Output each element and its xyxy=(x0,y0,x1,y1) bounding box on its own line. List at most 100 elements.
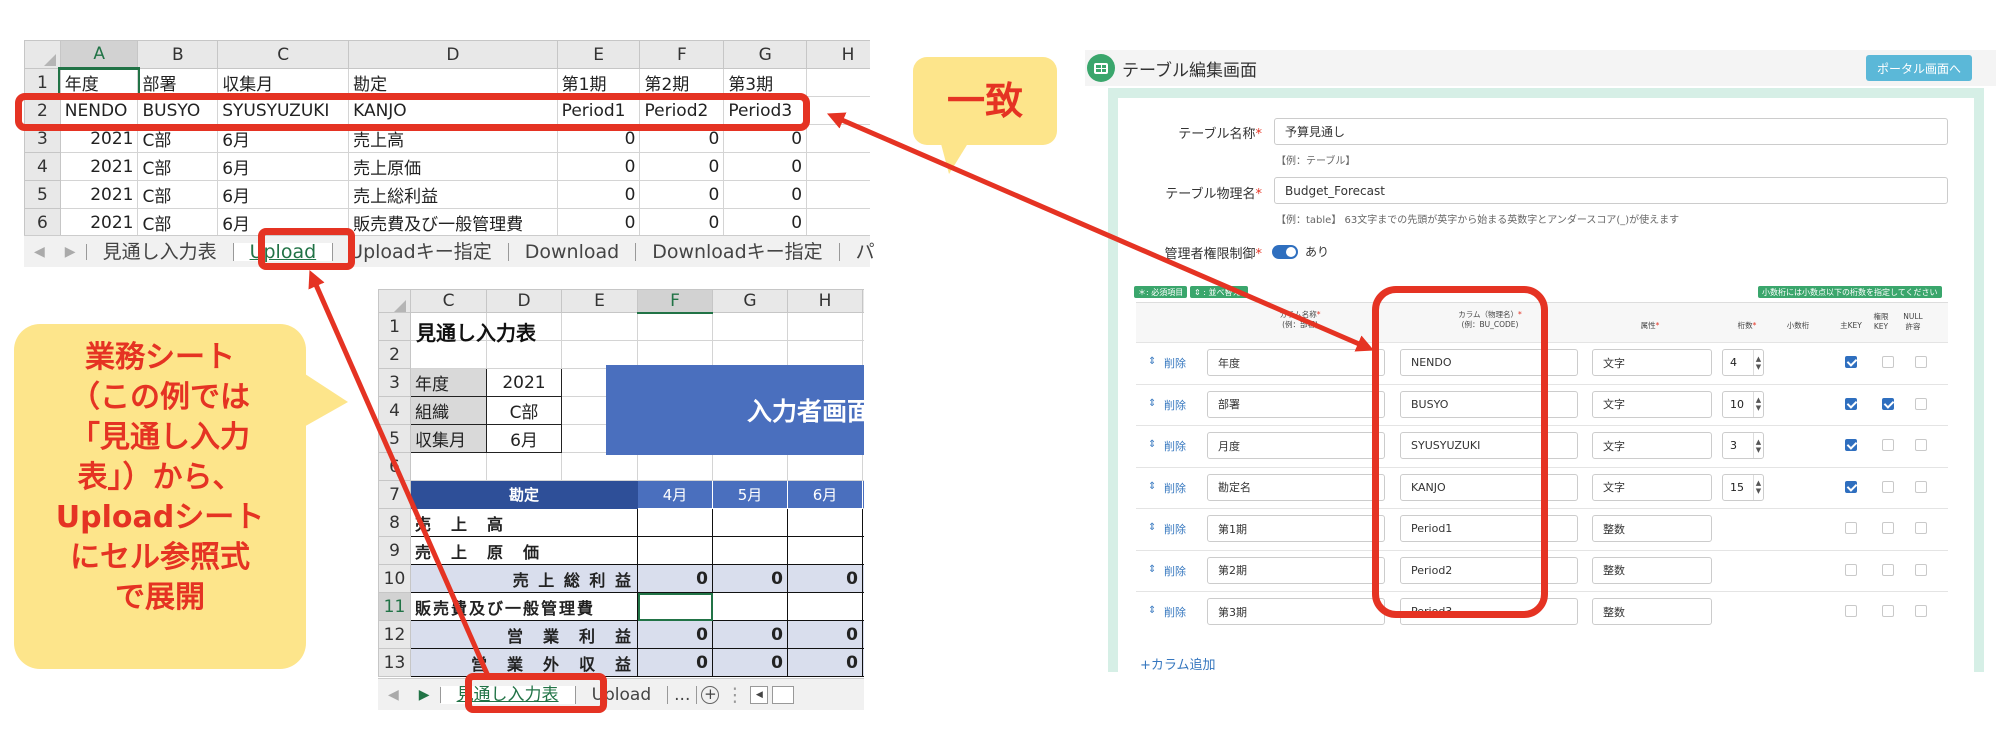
sheet-cell[interactable]: 収集月 xyxy=(410,424,487,453)
row-header[interactable]: 13 xyxy=(378,648,411,677)
sheet-cell[interactable]: Period1 xyxy=(556,96,641,125)
col-header[interactable]: B xyxy=(137,40,219,69)
row-header[interactable]: 4 xyxy=(378,396,411,425)
sheet-cell[interactable]: 0 xyxy=(639,152,725,181)
portal-button[interactable]: ポータル画面へ xyxy=(1866,55,1972,81)
sheet-cell[interactable]: 0 xyxy=(639,124,725,153)
column-code-input[interactable]: KANJO xyxy=(1400,473,1578,501)
sheet-cell[interactable]: 年度 xyxy=(58,66,140,99)
sheet-cell[interactable] xyxy=(712,508,788,537)
sheet-cell[interactable] xyxy=(561,312,638,341)
sheet-cell[interactable]: 部署 xyxy=(137,68,219,97)
primary-key-checkbox[interactable] xyxy=(1845,605,1857,617)
delete-column-link[interactable]: 削除 xyxy=(1164,604,1186,620)
sheet-cell[interactable]: 6月 xyxy=(217,180,350,209)
sheet-cell[interactable]: 0 xyxy=(556,180,641,209)
sheet-cell[interactable]: C部 xyxy=(137,208,219,236)
tab-upload[interactable]: Upload xyxy=(233,242,333,261)
col-header-partial[interactable] xyxy=(862,289,864,313)
sheet-cell[interactable]: BUSYO xyxy=(137,96,219,125)
physical-name-input[interactable]: Budget_Forecast xyxy=(1274,177,1948,204)
sheet-cell[interactable] xyxy=(787,452,863,481)
sheet-cell[interactable] xyxy=(637,536,713,565)
row-header[interactable]: 2 xyxy=(24,96,61,125)
sheet-cell[interactable]: 2021 xyxy=(59,152,139,181)
permission-key-checkbox[interactable] xyxy=(1882,397,1894,410)
sheet-cell[interactable] xyxy=(712,452,788,481)
row-header[interactable]: 12 xyxy=(378,620,411,649)
stepper-arrows-icon[interactable]: ▲ ▼ xyxy=(1753,433,1763,458)
sheet-cell[interactable]: 収集月 xyxy=(217,68,350,97)
sheet-cell[interactable]: C部 xyxy=(486,396,562,425)
sheet-cell[interactable] xyxy=(862,452,864,481)
col-header[interactable]: H xyxy=(787,289,863,313)
sheet-cell[interactable]: 0 xyxy=(637,620,713,649)
col-header[interactable]: E xyxy=(561,289,638,313)
primary-key-checkbox[interactable] xyxy=(1845,356,1857,368)
sheet-cell[interactable] xyxy=(787,312,863,341)
sheet-cell[interactable]: 2021 xyxy=(59,124,139,153)
sheet-cell[interactable]: 6月 xyxy=(217,124,350,153)
tab-scroll-left-icon[interactable]: ◀ xyxy=(24,244,55,260)
attribute-select[interactable]: 文字 xyxy=(1592,349,1712,376)
row-header[interactable]: 8 xyxy=(378,508,411,537)
sheet-cell[interactable]: 4月 xyxy=(637,480,713,509)
primary-key-checkbox[interactable] xyxy=(1845,563,1857,576)
tab-upload-key[interactable]: Uploadキー指定 xyxy=(332,242,509,261)
column-code-input[interactable]: SYUSYUZUKI xyxy=(1400,432,1578,459)
sheet-cell[interactable]: 6月 xyxy=(787,480,863,509)
sheet-cell[interactable]: 6月 xyxy=(486,424,562,453)
null-allowed-checkbox[interactable] xyxy=(1915,605,1927,617)
sheet-cell[interactable]: 営 業 利 益 xyxy=(410,620,638,649)
attribute-select[interactable]: 文字 xyxy=(1592,432,1712,459)
delete-column-link[interactable]: 削除 xyxy=(1164,438,1186,454)
sheet-cell[interactable]: 0 xyxy=(723,124,808,153)
sheet-cell[interactable]: 売 上 高 xyxy=(410,508,638,537)
attribute-select[interactable]: 整数 xyxy=(1592,598,1712,625)
drag-handle-icon[interactable]: ⇕ xyxy=(1148,564,1156,575)
row-header[interactable]: 3 xyxy=(378,368,411,397)
null-allowed-checkbox[interactable] xyxy=(1915,522,1927,534)
sheet-cell[interactable] xyxy=(806,152,870,181)
primary-key-checkbox[interactable] xyxy=(1845,397,1857,410)
sheet-cell[interactable] xyxy=(712,536,788,565)
sheet-cell[interactable] xyxy=(712,592,788,621)
tab-mitoshi[interactable]: 見通し入力表 xyxy=(440,685,575,704)
null-allowed-checkbox[interactable] xyxy=(1915,356,1927,368)
sheet-cell[interactable]: C部 xyxy=(137,124,219,153)
sheet-cell[interactable] xyxy=(637,592,713,621)
sheet-cell[interactable] xyxy=(862,620,864,649)
row-header[interactable]: 6 xyxy=(24,208,61,236)
sheet-cell[interactable] xyxy=(806,96,870,125)
sheet-cell[interactable]: 0 xyxy=(723,152,808,181)
permission-key-checkbox[interactable] xyxy=(1882,439,1894,451)
sheet-cell[interactable]: 0 xyxy=(787,648,863,677)
tab-scroll-left-icon[interactable]: ◀ xyxy=(378,687,409,703)
row-header[interactable]: 10 xyxy=(378,564,411,593)
row-header[interactable]: 11 xyxy=(378,592,411,621)
tab-download[interactable]: Download xyxy=(509,242,637,261)
row-header[interactable]: 6 xyxy=(378,452,411,481)
tab-scroll-right-icon[interactable]: ▶ xyxy=(409,686,441,703)
col-header[interactable]: A xyxy=(59,40,139,70)
sheet-cell[interactable]: 0 xyxy=(637,564,713,593)
sheet-cell[interactable]: Period3 xyxy=(723,96,808,125)
null-allowed-checkbox[interactable] xyxy=(1915,563,1927,576)
delete-column-link[interactable]: 削除 xyxy=(1164,355,1186,371)
delete-column-link[interactable]: 削除 xyxy=(1164,521,1186,537)
sheet-cell[interactable] xyxy=(787,592,863,621)
sheet-cell[interactable] xyxy=(561,452,638,481)
column-name-input[interactable]: 第1期 xyxy=(1207,515,1385,542)
row-header[interactable]: 9 xyxy=(378,536,411,565)
select-all-corner[interactable] xyxy=(24,40,61,69)
sheet-cell[interactable]: 売 上 総 利 益 xyxy=(410,564,638,593)
sheet-cell[interactable] xyxy=(787,508,863,537)
col-header[interactable]: G xyxy=(712,289,788,313)
sheet-cell[interactable] xyxy=(806,124,870,153)
col-header[interactable]: C xyxy=(217,40,350,69)
column-name-input[interactable]: 部署 xyxy=(1207,390,1385,418)
attribute-select[interactable]: 文字 xyxy=(1592,473,1712,501)
sheet-cell[interactable] xyxy=(862,508,864,537)
attribute-select[interactable]: 整数 xyxy=(1592,556,1712,584)
sheet-cell[interactable]: 年度 xyxy=(410,368,487,397)
